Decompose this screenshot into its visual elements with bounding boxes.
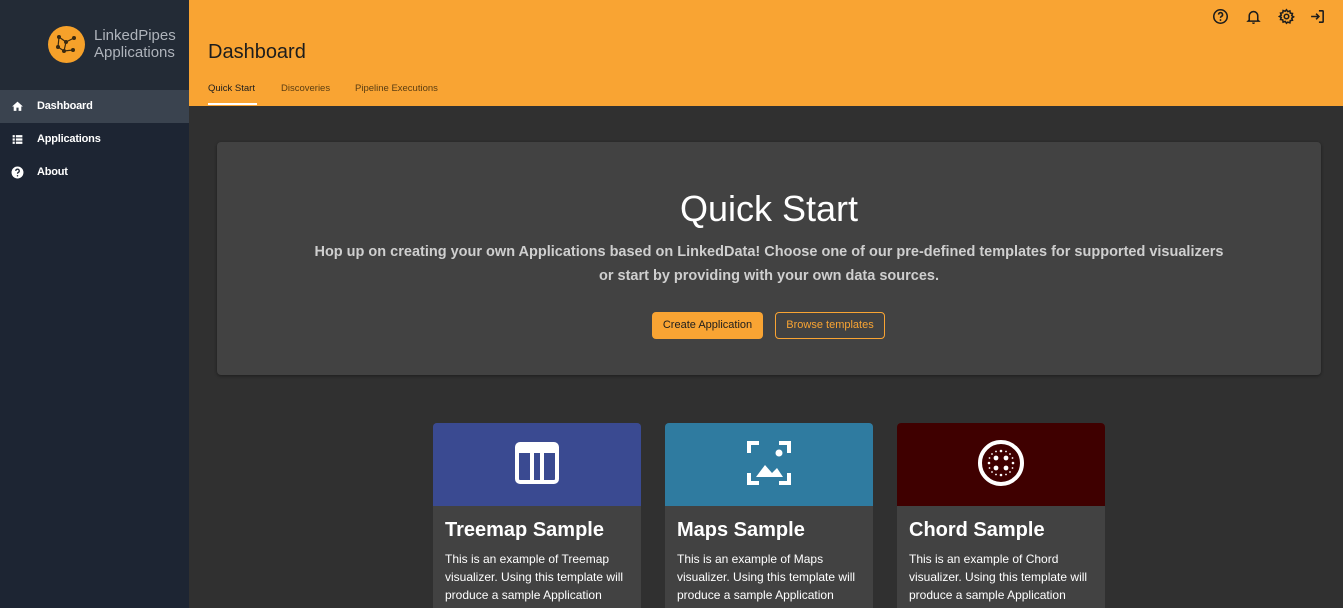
browse-templates-button[interactable]: Browse templates xyxy=(775,312,885,339)
maps-sample-card[interactable]: Maps Sample This is an example of Maps v… xyxy=(665,423,873,608)
help-icon xyxy=(11,166,24,179)
card-text: This is an example of Treemap visualizer… xyxy=(445,552,624,602)
page-title: Dashboard xyxy=(208,41,306,63)
active-tab-indicator xyxy=(208,103,257,105)
help-icon[interactable] xyxy=(1212,8,1229,25)
home-icon xyxy=(12,101,23,111)
brand-name: LinkedPipes Applications xyxy=(94,27,176,61)
sidebar-item-label: About xyxy=(37,166,68,178)
hero-description: Hop up on creating your own Applications… xyxy=(314,244,1224,284)
logo-icon xyxy=(48,26,85,63)
table-icon xyxy=(515,442,559,484)
card-title: Maps Sample xyxy=(677,519,805,541)
quick-start-panel: Quick Start Hop up on creating your own … xyxy=(217,142,1321,375)
bell-icon[interactable] xyxy=(1245,8,1262,25)
hero-title: Quick Start xyxy=(679,188,859,229)
card-media xyxy=(897,423,1105,506)
treemap-sample-card[interactable]: Treemap Sample This is an example of Tre… xyxy=(433,423,641,608)
card-media xyxy=(433,423,641,506)
chord-sample-card[interactable]: Chord Sample This is an example of Chord… xyxy=(897,423,1105,608)
card-title: Chord Sample xyxy=(909,519,1045,541)
tab-discoveries[interactable]: Discoveries xyxy=(281,83,330,94)
brand-line-2: Applications xyxy=(94,44,175,61)
brand[interactable]: LinkedPipes Applications xyxy=(0,0,189,90)
settings-icon[interactable] xyxy=(1278,8,1295,25)
create-application-button[interactable]: Create Application xyxy=(652,312,763,339)
sidebar-item-label: Dashboard xyxy=(37,100,93,112)
card-text: This is an example of Maps visualizer. U… xyxy=(677,552,856,602)
card-title: Treemap Sample xyxy=(445,519,604,541)
tab-quick-start[interactable]: Quick Start xyxy=(208,83,255,94)
chord-icon xyxy=(978,440,1024,486)
sidebar-item-applications[interactable]: Applications xyxy=(0,123,189,156)
list-icon xyxy=(12,135,23,144)
brand-line-1: LinkedPipes xyxy=(94,27,176,44)
card-media xyxy=(665,423,873,506)
logout-icon[interactable] xyxy=(1309,8,1326,25)
app-header: Dashboard Quick Start Discoveries Pipeli… xyxy=(189,0,1343,106)
image-icon xyxy=(747,441,791,485)
tab-pipeline-executions[interactable]: Pipeline Executions xyxy=(355,83,438,94)
sidebar-item-dashboard[interactable]: Dashboard xyxy=(0,90,189,123)
sidebar-item-about[interactable]: About xyxy=(0,156,189,189)
card-text: This is an example of Chord visualizer. … xyxy=(909,552,1088,602)
sidebar-item-label: Applications xyxy=(37,133,101,145)
sidebar: LinkedPipes Applications Dashboard Appli… xyxy=(0,0,189,608)
